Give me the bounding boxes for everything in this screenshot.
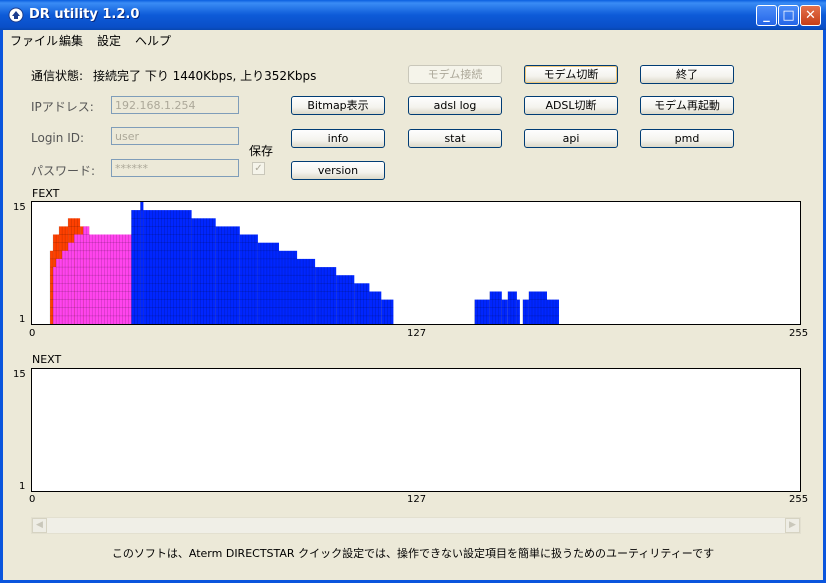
fext-label: FEXT <box>32 187 60 200</box>
status-value: 接続完了 下り 1440Kbps, 上り352Kbps <box>93 69 317 83</box>
menu-edit[interactable]: 編集 <box>59 32 83 49</box>
status-label: 通信状態: <box>31 69 84 83</box>
fext-x-tick: 127 <box>407 328 427 339</box>
window-title: DR utility 1.2.0 <box>29 7 140 22</box>
horizontal-scrollbar[interactable]: ◀ ▶ <box>31 517 801 534</box>
menu-help[interactable]: ヘルプ <box>135 32 171 49</box>
minimize-button[interactable]: _ <box>756 5 777 26</box>
login-id-label: Login ID: <box>31 131 85 145</box>
next-chart-plot <box>32 369 800 491</box>
fext-x-tick: 255 <box>789 328 809 339</box>
pmd-button[interactable]: pmd <box>640 129 734 148</box>
next-y-top: 15 <box>13 369 26 380</box>
fext-bar <box>50 250 54 324</box>
scroll-left-icon[interactable]: ◀ <box>32 518 47 533</box>
password-label: パスワード: <box>31 164 96 178</box>
menu-settings[interactable]: 設定 <box>97 32 121 49</box>
title-bar[interactable]: DR utility 1.2.0 _ □ ✕ <box>0 0 826 30</box>
adsl-log-button[interactable]: adsl log <box>408 96 502 115</box>
next-x-tick: 255 <box>789 494 809 505</box>
bitmap-button[interactable]: Bitmap表示 <box>291 96 385 115</box>
app-window: DR utility 1.2.0 _ □ ✕ ファイル 編集 設定 ヘルプ 通信… <box>0 0 826 583</box>
save-label: 保存 <box>249 144 274 158</box>
login-id-field[interactable]: user <box>111 127 239 145</box>
fext-bar <box>516 299 520 324</box>
menu-file[interactable]: ファイル <box>10 32 58 49</box>
modem-restart-button[interactable]: モデム再起動 <box>640 96 734 115</box>
exit-button[interactable]: 終了 <box>640 65 734 84</box>
ip-label: IPアドレス: <box>31 100 94 114</box>
save-checkbox[interactable]: ✓ <box>252 162 265 175</box>
info-button[interactable]: info <box>291 129 385 148</box>
next-x-tick: 127 <box>407 494 427 505</box>
fext-chart-plot <box>49 202 560 324</box>
footer-description: このソフトは、Aterm DIRECTSTAR クイック設定では、操作できない設… <box>111 547 715 560</box>
stat-button[interactable]: stat <box>408 129 502 148</box>
fext-chart <box>31 201 801 325</box>
close-button[interactable]: ✕ <box>800 5 821 26</box>
fext-bar <box>354 283 370 324</box>
next-chart <box>31 368 801 492</box>
fext-y-top: 15 <box>13 202 26 213</box>
scroll-right-icon[interactable]: ▶ <box>785 518 800 533</box>
modem-disconnect-button[interactable]: モデム切断 <box>524 65 618 84</box>
fext-y-bottom: 1 <box>19 314 26 325</box>
api-button[interactable]: api <box>524 129 618 148</box>
version-button[interactable]: version <box>291 161 385 180</box>
password-field[interactable]: ****** <box>111 159 239 177</box>
next-y-bottom: 1 <box>19 481 26 492</box>
ip-address-field[interactable]: 192.168.1.254 <box>111 96 239 114</box>
next-label: NEXT <box>32 353 62 366</box>
adsl-disconnect-button[interactable]: ADSL切断 <box>524 96 618 115</box>
fext-bar <box>53 267 57 324</box>
next-x-tick: 0 <box>29 494 36 505</box>
maximize-button[interactable]: □ <box>778 5 799 26</box>
fext-bar <box>474 299 490 324</box>
menu-bar: ファイル 編集 設定 ヘルプ <box>3 30 823 49</box>
fext-x-tick: 0 <box>29 328 36 339</box>
fext-bar <box>74 234 84 324</box>
app-icon <box>8 7 24 23</box>
modem-connect-button[interactable]: モデム接続 <box>408 65 502 84</box>
fext-bar <box>140 202 144 324</box>
